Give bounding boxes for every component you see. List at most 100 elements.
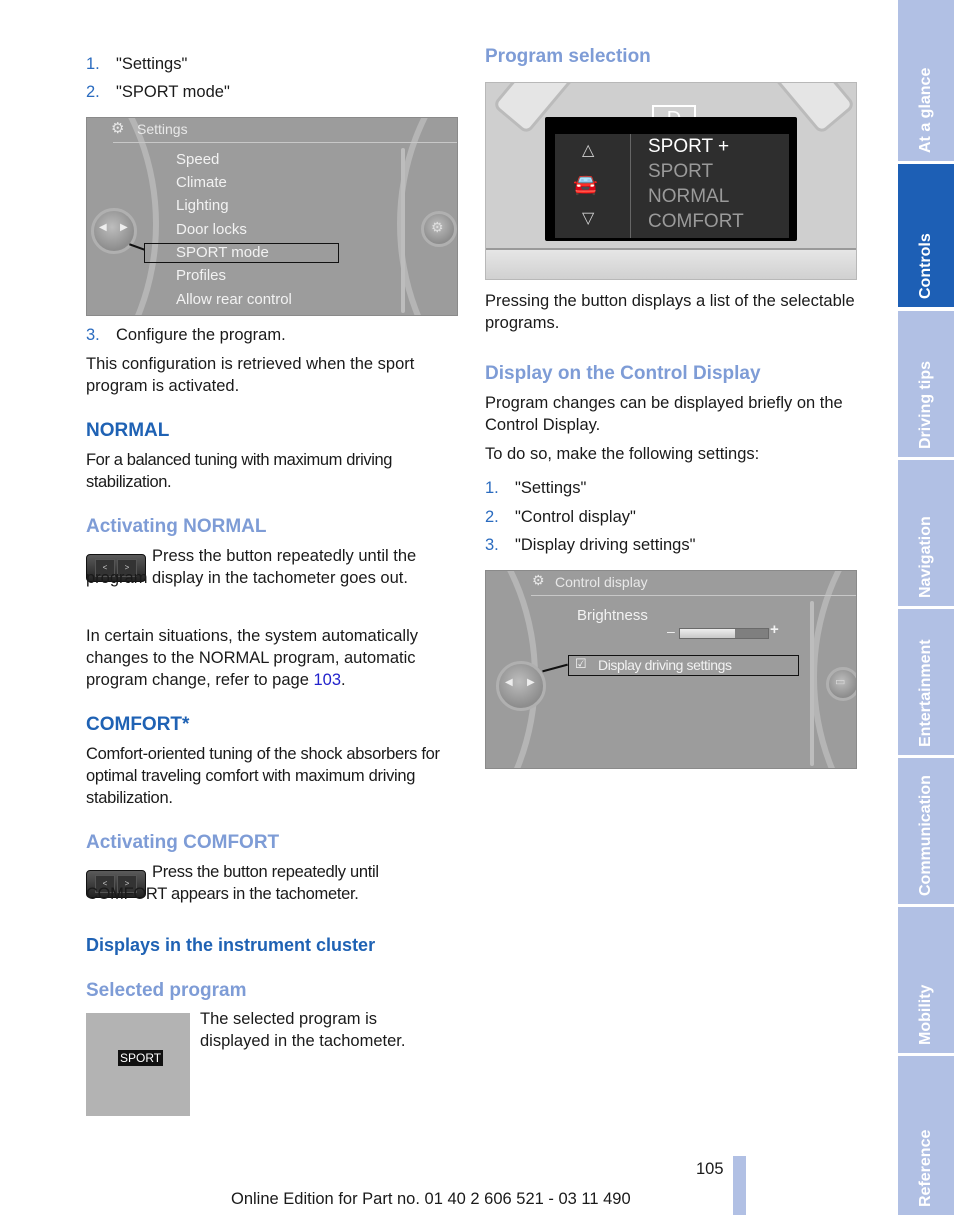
config-note: This configuration is retrieved when the… xyxy=(86,355,415,395)
tab-driving-tips[interactable]: Driving tips xyxy=(898,311,954,457)
page-link[interactable]: 103 xyxy=(313,671,341,689)
tab-communication[interactable]: Communication xyxy=(898,758,954,904)
step-number: 1. xyxy=(86,55,100,73)
step-item: 3. Configure the program. xyxy=(86,324,286,346)
tab-entertainment[interactable]: Entertainment xyxy=(898,609,954,755)
screen-title: Control display xyxy=(555,574,648,590)
page-marker xyxy=(733,1156,746,1215)
settings-icon: ⚙ xyxy=(431,219,444,235)
comfort-description: Comfort-oriented tuning of the shock abs… xyxy=(86,745,440,807)
menu-item-sport-mode[interactable]: SPORT mode xyxy=(176,244,269,261)
brightness-minus[interactable]: – xyxy=(667,623,675,639)
edition-footer: Online Edition for Part no. 01 40 2 606 … xyxy=(231,1190,631,1208)
program-selection-illustration: D △ 🚘 ▽ SPORT + SPORT NORMAL COMFORT xyxy=(485,82,857,280)
program-comfort[interactable]: COMFORT xyxy=(648,211,744,233)
step-item: 2. "SPORT mode" xyxy=(86,81,230,103)
option-button: ⚙ xyxy=(421,211,457,247)
page-number: 105 xyxy=(696,1160,724,1178)
controller-knob: ◀ ▶ xyxy=(496,661,546,711)
checkbox-checked-icon[interactable]: ☑ xyxy=(575,656,587,672)
tab-reference[interactable]: Reference xyxy=(898,1056,954,1215)
divider xyxy=(630,134,631,238)
brightness-label: Brightness xyxy=(577,607,648,624)
brightness-slider[interactable] xyxy=(679,628,769,639)
program-normal[interactable]: NORMAL xyxy=(648,186,729,208)
settings-screen-illustration: ⚙ Settings Speed Climate Lighting Door l… xyxy=(86,117,458,316)
option-button: ▭ xyxy=(826,667,856,701)
tab-label: Communication xyxy=(917,775,934,896)
divider xyxy=(531,595,856,596)
selection-highlight[interactable]: ☑ Display driving settings xyxy=(568,655,799,676)
auto-change-note: In certain situations, the system automa… xyxy=(86,625,458,691)
brightness-plus[interactable]: + xyxy=(770,621,779,638)
program-list-frame: △ 🚘 ▽ SPORT + SPORT NORMAL COMFORT xyxy=(545,117,797,241)
activating-normal-instruction: Press the button repeatedly until the pr… xyxy=(86,547,417,587)
step-number: 3. xyxy=(86,326,100,344)
step-text: "Control display" xyxy=(515,508,636,526)
step-number: 1. xyxy=(485,479,499,497)
normal-heading: NORMAL xyxy=(86,420,170,441)
pointer-line xyxy=(542,663,568,672)
control-display-heading: Display on the Control Display xyxy=(485,363,761,384)
menu-item-allow-rear-control[interactable]: Allow rear control xyxy=(176,291,292,308)
tab-label: Driving tips xyxy=(917,360,934,449)
program-list-panel: △ 🚘 ▽ SPORT + SPORT NORMAL COMFORT xyxy=(555,134,789,238)
activating-comfort-heading: Activating COMFORT xyxy=(86,832,280,853)
cluster-lower-bezel xyxy=(486,248,856,279)
car-icon: 🚘 xyxy=(573,174,598,196)
gear-icon: ⚙ xyxy=(111,120,125,137)
tab-navigation[interactable]: Navigation xyxy=(898,460,954,606)
tab-controls[interactable]: Controls xyxy=(898,164,954,307)
step-text: "Settings" xyxy=(116,55,188,73)
menu-item-lighting[interactable]: Lighting xyxy=(176,197,229,214)
tab-label: Entertainment xyxy=(917,639,934,747)
tab-at-a-glance[interactable]: At a glance xyxy=(898,0,954,161)
step-item: 2. "Control display" xyxy=(485,506,636,528)
settings-icon: ⚙ xyxy=(532,572,545,588)
step-text: "Display driving settings" xyxy=(515,536,696,554)
note-suffix: . xyxy=(341,671,346,689)
activating-normal-heading: Activating NORMAL xyxy=(86,516,267,537)
comfort-heading: COMFORT* xyxy=(86,714,190,735)
screen-title: Settings xyxy=(137,121,188,137)
brightness-slider-fill xyxy=(680,629,735,638)
note-text: In certain situations, the system automa… xyxy=(86,627,418,689)
arrow-left-icon: ◀ xyxy=(99,222,107,233)
program-sport-plus[interactable]: SPORT + xyxy=(648,136,729,158)
step-item: 1. "Settings" xyxy=(485,477,586,499)
control-display-description: Program changes can be displayed briefly… xyxy=(485,394,843,434)
arrow-up-icon: △ xyxy=(582,142,595,159)
display-icon: ▭ xyxy=(835,676,846,688)
step-number: 3. xyxy=(485,536,499,554)
program-selection-heading: Program selection xyxy=(485,46,651,67)
program-selection-description: Pressing the button displays a list of t… xyxy=(485,292,855,332)
step-number: 2. xyxy=(485,508,499,526)
display-driving-settings-option[interactable]: Display driving settings xyxy=(598,657,732,673)
controller-knob: ◀ ▶ xyxy=(91,208,137,254)
step-item: 3. "Display driving settings" xyxy=(485,534,695,556)
arrow-right-icon: ▶ xyxy=(527,677,535,688)
instrument-cluster-heading: Displays in the instrument cluster xyxy=(86,935,376,955)
tab-label: Navigation xyxy=(917,516,934,598)
control-display-lead: To do so, make the following settings: xyxy=(485,445,760,463)
tab-label: Mobility xyxy=(917,984,934,1045)
activating-comfort-instruction: Press the button repeatedly until COMFOR… xyxy=(86,863,379,903)
step-text: Configure the program. xyxy=(116,326,286,344)
menu-item-profiles[interactable]: Profiles xyxy=(176,267,226,284)
menu-item-climate[interactable]: Climate xyxy=(176,174,227,191)
divider xyxy=(113,142,457,143)
tab-mobility[interactable]: Mobility xyxy=(898,907,954,1053)
arrow-down-icon: ▽ xyxy=(582,210,595,227)
menu-item-speed[interactable]: Speed xyxy=(176,151,219,168)
scrollbar xyxy=(401,148,405,313)
menu-item-door-locks[interactable]: Door locks xyxy=(176,221,247,238)
sport-badge: SPORT xyxy=(118,1050,164,1066)
selected-program-heading: Selected program xyxy=(86,980,247,1001)
control-display-illustration: ⚙ Control display Brightness – + ☑ Displ… xyxy=(485,570,857,769)
arrow-left-icon: ◀ xyxy=(505,677,513,688)
step-text: "Settings" xyxy=(515,479,587,497)
tab-label: Controls xyxy=(917,233,934,299)
program-sport[interactable]: SPORT xyxy=(648,161,713,183)
normal-description: For a balanced tuning with maximum drivi… xyxy=(86,451,393,491)
tab-label: At a glance xyxy=(917,67,934,153)
